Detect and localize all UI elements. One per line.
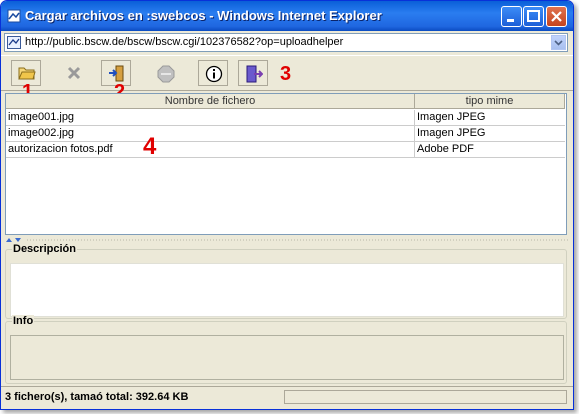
mime-type-cell: Adobe PDF [417, 143, 474, 155]
mime-type-cell: Imagen JPEG [417, 111, 486, 123]
info-button[interactable] [198, 60, 228, 86]
ie-page-icon [7, 9, 21, 23]
file-name-cell: image002.jpg [6, 126, 415, 142]
info-panel [10, 335, 564, 380]
address-dropdown-button[interactable] [551, 35, 566, 50]
open-folder-icon [18, 67, 36, 80]
description-group: Descripción [5, 243, 567, 319]
minimize-icon [507, 19, 514, 22]
status-progress-panel [284, 390, 567, 404]
minimize-button[interactable] [501, 6, 522, 27]
exit-icon [246, 65, 263, 83]
maximize-icon [527, 10, 540, 22]
callout-4: 4 [143, 133, 157, 160]
description-label: Descripción [12, 243, 77, 255]
status-summary: 3 fichero(s), tamaó total: 392.64 KB [5, 391, 189, 403]
table-row[interactable]: image001.jpg Imagen JPEG [6, 110, 565, 126]
close-button[interactable] [546, 6, 567, 27]
browser-window: Cargar archivos en :swebcos - Windows In… [0, 0, 574, 410]
splitter-arrows-icon [6, 238, 569, 242]
pane-splitter[interactable] [1, 234, 573, 242]
stop-icon [157, 65, 175, 83]
column-header-filename[interactable]: Nombre de fichero [6, 94, 415, 109]
file-name-cell: autorizacion fotos.pdf [6, 142, 415, 158]
address-field[interactable]: http://public.bscw.de/bscw/bscw.cgi/1023… [4, 33, 568, 52]
file-name-cell: image001.jpg [6, 110, 415, 126]
file-table: Nombre de fichero tipo mime image001.jpg… [5, 93, 567, 235]
table-row[interactable]: image002.jpg Imagen JPEG [6, 126, 565, 142]
delete-icon [67, 66, 81, 80]
info-icon [205, 65, 223, 83]
table-header: Nombre de fichero tipo mime [6, 94, 566, 109]
window-title: Cargar archivos en :swebcos - Windows In… [25, 8, 382, 23]
address-bar: http://public.bscw.de/bscw/bscw.cgi/1023… [1, 31, 573, 55]
exit-button[interactable] [238, 60, 268, 86]
mime-type-cell: Imagen JPEG [417, 127, 486, 139]
callout-3: 3 [280, 63, 292, 85]
maximize-button[interactable] [523, 6, 544, 27]
title-bar[interactable]: Cargar archivos en :swebcos - Windows In… [1, 1, 573, 31]
info-group: Info [5, 315, 567, 384]
table-row[interactable]: autorizacion fotos.pdf Adobe PDF [6, 142, 565, 158]
description-textarea[interactable] [10, 263, 564, 317]
address-url: http://public.bscw.de/bscw/bscw.cgi/1023… [25, 36, 344, 48]
delete-button[interactable] [58, 60, 88, 86]
stop-button[interactable] [150, 60, 180, 86]
page-icon [7, 36, 21, 49]
info-label: Info [12, 315, 35, 327]
close-icon [551, 11, 562, 22]
column-header-mime-type[interactable]: tipo mime [415, 94, 565, 109]
chevron-down-icon [554, 40, 563, 46]
status-bar: 3 fichero(s), tamaó total: 392.64 KB [1, 386, 573, 409]
